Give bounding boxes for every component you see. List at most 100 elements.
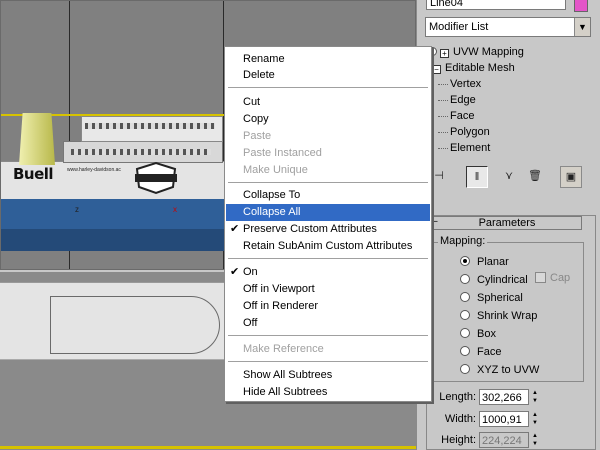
menu-item-label: Copy bbox=[243, 113, 269, 125]
menu-item-label: Hide All Subtrees bbox=[243, 386, 328, 398]
menu-item-label: Show All Subtrees bbox=[243, 369, 333, 381]
menu-item-label: Off bbox=[243, 317, 258, 329]
ship-windows bbox=[85, 123, 215, 129]
radio-shrink-wrap[interactable]: Shrink Wrap bbox=[460, 308, 537, 324]
stack-item-label: Editable Mesh bbox=[445, 62, 515, 74]
radio-label: Box bbox=[477, 328, 496, 340]
radio-box[interactable]: Box bbox=[460, 326, 496, 342]
spinner-arrows-icon[interactable]: ▲ ▼ bbox=[530, 432, 540, 448]
radio-selected-icon[interactable] bbox=[460, 256, 470, 266]
stack-sub-face[interactable]: Face bbox=[428, 108, 474, 124]
menu-item-off-in-viewport[interactable]: Off in Viewport bbox=[226, 281, 430, 298]
stack-item-editable-mesh[interactable]: − Editable Mesh bbox=[432, 60, 515, 76]
rollout-header-parameters[interactable]: Parameters bbox=[432, 216, 582, 230]
stack-sub-element[interactable]: Element bbox=[428, 140, 490, 156]
menu-item-label: Retain SubAnim Custom Attributes bbox=[243, 240, 413, 252]
menu-item-cut[interactable]: Cut bbox=[226, 94, 430, 111]
radio-planar[interactable]: Planar bbox=[460, 254, 509, 270]
radio-xyz-to-uvw[interactable]: XYZ to UVW bbox=[460, 362, 539, 378]
stack-sub-label: Face bbox=[450, 110, 475, 122]
tree-connector bbox=[438, 116, 448, 117]
expand-plus-icon[interactable]: + bbox=[440, 49, 449, 58]
radio-icon[interactable] bbox=[460, 346, 470, 356]
make-unique-icon[interactable]: ⋎ bbox=[498, 166, 520, 188]
spinner-arrows-icon[interactable]: ▲ ▼ bbox=[530, 389, 540, 405]
menu-item-label: Make Unique bbox=[243, 164, 308, 176]
selection-bracket-bottom bbox=[0, 446, 416, 449]
radio-icon[interactable] bbox=[460, 328, 470, 338]
radio-icon[interactable] bbox=[460, 292, 470, 302]
cap-checkbox[interactable]: Cap bbox=[535, 272, 570, 284]
menu-item-collapse-all[interactable]: Collapse All bbox=[226, 204, 430, 221]
menu-item-off-in-renderer[interactable]: Off in Renderer bbox=[226, 298, 430, 315]
length-field[interactable]: 302,266 bbox=[479, 389, 529, 405]
radio-icon[interactable] bbox=[460, 274, 470, 284]
collapse-minus-icon[interactable]: − bbox=[432, 65, 441, 74]
show-end-result-icon[interactable]: ‖ bbox=[466, 166, 488, 188]
blueprint-outline bbox=[50, 296, 220, 354]
height-field[interactable]: 224,224 bbox=[479, 432, 529, 448]
object-color-swatch[interactable] bbox=[574, 0, 588, 12]
menu-item-label: Cut bbox=[243, 96, 261, 108]
menu-item-retain-subanim[interactable]: Retain SubAnim Custom Attributes bbox=[226, 238, 430, 255]
chevron-down-icon[interactable]: ▼ bbox=[574, 18, 590, 36]
modifier-list-label: Modifier List bbox=[429, 21, 489, 33]
menu-item-make-reference: Make Reference bbox=[226, 341, 430, 358]
cap-label: Cap bbox=[550, 272, 571, 284]
brand-text: Buell bbox=[13, 165, 54, 183]
harley-logo bbox=[135, 161, 177, 195]
height-label: Height: bbox=[441, 434, 476, 446]
menu-item-label: Collapse To bbox=[243, 189, 301, 201]
menu-item-on[interactable]: ✔ On bbox=[226, 264, 430, 281]
checkmark-icon: ✔ bbox=[230, 266, 240, 278]
ship-bridge bbox=[81, 116, 223, 142]
modifier-stack[interactable]: + UVW Mapping − Editable Mesh Vertex Edge … bbox=[428, 42, 588, 158]
menu-item-off[interactable]: Off bbox=[226, 315, 430, 332]
axis-marker-x: x bbox=[173, 205, 177, 214]
stack-item-uvw-mapping[interactable]: + UVW Mapping bbox=[428, 44, 524, 60]
width-field[interactable]: 1000,91 bbox=[479, 411, 529, 427]
radio-label: XYZ to UVW bbox=[477, 364, 540, 376]
tree-connector bbox=[438, 132, 448, 133]
stack-sub-vertex[interactable]: Vertex bbox=[428, 76, 481, 92]
menu-separator bbox=[228, 182, 428, 184]
menu-item-label: Paste Instanced bbox=[243, 147, 322, 159]
length-label: Length: bbox=[439, 391, 476, 403]
menu-item-label: Rename bbox=[243, 53, 285, 65]
spinner-arrows-icon[interactable]: ▲ ▼ bbox=[530, 411, 540, 427]
menu-item-label: Collapse All bbox=[243, 206, 301, 218]
stack-sub-edge[interactable]: Edge bbox=[428, 92, 476, 108]
menu-item-label: Delete bbox=[243, 69, 275, 81]
radio-label: Spherical bbox=[477, 292, 523, 304]
checkbox-icon[interactable] bbox=[535, 272, 546, 283]
radio-cylindrical[interactable]: Cylindrical bbox=[460, 272, 528, 288]
menu-item-rename[interactable]: Rename bbox=[226, 51, 430, 68]
modifier-list-dropdown[interactable]: Modifier List ▼ bbox=[425, 17, 591, 37]
axis-marker-z: z bbox=[75, 205, 79, 214]
radio-label: Face bbox=[477, 346, 502, 358]
menu-item-copy[interactable]: Copy bbox=[226, 111, 430, 128]
radio-icon[interactable] bbox=[460, 310, 470, 320]
radio-spherical[interactable]: Spherical bbox=[460, 290, 523, 306]
menu-item-label: Preserve Custom Attributes bbox=[243, 223, 377, 235]
menu-item-label: Make Reference bbox=[243, 343, 324, 355]
menu-item-preserve-custom-attributes[interactable]: ✔ Preserve Custom Attributes bbox=[226, 221, 430, 238]
configure-modifier-sets-icon[interactable]: ▣ bbox=[560, 166, 582, 188]
radio-face[interactable]: Face bbox=[460, 344, 501, 360]
radio-label: Shrink Wrap bbox=[477, 310, 538, 322]
object-name-field[interactable]: Line04 bbox=[426, 0, 566, 10]
ship-hull-shadow bbox=[1, 229, 241, 251]
stack-sub-label: Edge bbox=[450, 94, 476, 106]
ship-windows bbox=[71, 149, 211, 155]
menu-item-show-all-subtrees[interactable]: Show All Subtrees bbox=[226, 367, 430, 384]
width-label: Width: bbox=[444, 413, 476, 425]
remove-modifier-icon[interactable]: 🗑 bbox=[524, 166, 546, 188]
menu-item-delete[interactable]: Delete bbox=[226, 67, 430, 84]
menu-item-hide-all-subtrees[interactable]: Hide All Subtrees bbox=[226, 384, 430, 401]
stack-sub-polygon[interactable]: Polygon bbox=[428, 124, 490, 140]
tree-connector bbox=[438, 100, 448, 101]
rollout-collapse-icon[interactable]: – bbox=[432, 216, 438, 227]
url-text: www.harley-davidson.ac bbox=[67, 167, 121, 173]
menu-item-collapse-to[interactable]: Collapse To bbox=[226, 187, 430, 204]
radio-icon[interactable] bbox=[460, 364, 470, 374]
